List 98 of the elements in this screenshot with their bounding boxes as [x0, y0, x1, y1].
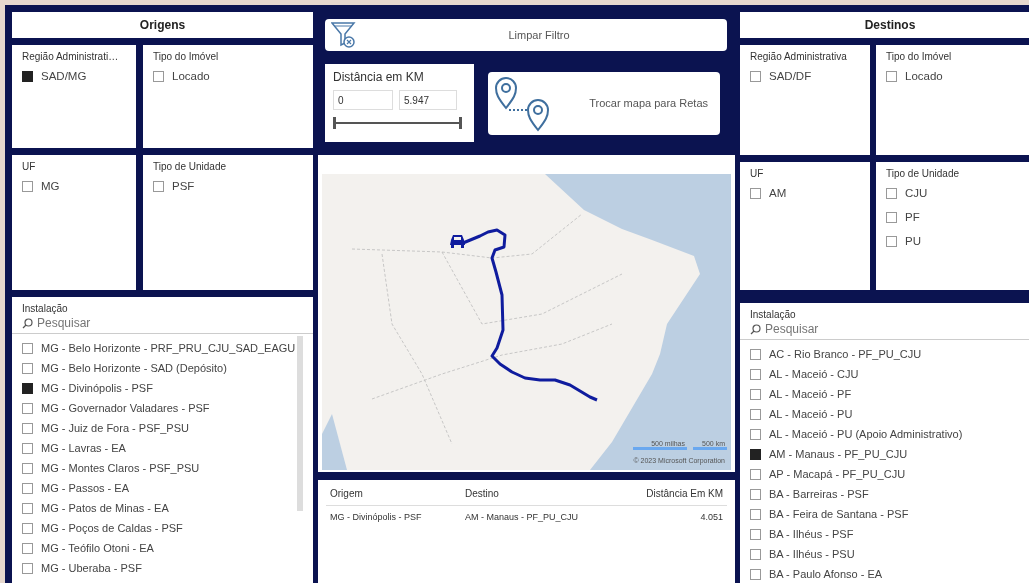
- checkbox[interactable]: [750, 70, 761, 82]
- list-option[interactable]: BA - Barreiras - PSF: [769, 488, 869, 500]
- checkbox[interactable]: [886, 70, 897, 82]
- scrollbar[interactable]: [297, 336, 303, 511]
- checkbox[interactable]: [22, 180, 33, 192]
- table-cell-text: AM - Manaus - PF_PU_CJU: [465, 512, 580, 522]
- list-option[interactable]: MG - Uberaba - PSF: [41, 562, 142, 574]
- switch-map-button[interactable]: Trocar mapa para Retas: [488, 71, 720, 135]
- search-icon: [22, 317, 33, 329]
- section-title: Origens: [12, 12, 313, 38]
- search-icon: [750, 323, 761, 335]
- list-option[interactable]: MG - Lavras - EA: [41, 442, 126, 454]
- checkbox[interactable]: [22, 482, 33, 494]
- checkbox[interactable]: [153, 180, 164, 192]
- checkbox[interactable]: [750, 348, 761, 360]
- slicer-option[interactable]: Locado: [172, 70, 210, 82]
- checkbox[interactable]: [750, 368, 761, 380]
- checkbox[interactable]: [22, 562, 33, 574]
- list-option[interactable]: BA - Ilhéus - PSF: [769, 528, 854, 540]
- table-cell-text: MG - Divinópolis - PSF: [330, 512, 423, 522]
- list-option[interactable]: MG - Teófilo Otoni - EA: [41, 542, 154, 554]
- slicer-option[interactable]: AM: [769, 187, 787, 199]
- list-option[interactable]: MG - Passos - EA: [41, 482, 130, 494]
- slicer-title: UF: [22, 161, 37, 172]
- checkbox[interactable]: [750, 508, 761, 520]
- max-field[interactable]: 5.947: [399, 90, 457, 110]
- slicer-title: Distância em KM: [333, 70, 425, 84]
- slicer-option[interactable]: CJU: [905, 187, 928, 199]
- checkbox[interactable]: [750, 187, 761, 199]
- min-field[interactable]: 0: [333, 90, 393, 110]
- slicer-option[interactable]: Locado: [905, 70, 943, 82]
- list-option[interactable]: MG - Governador Valadares - PSF: [41, 402, 210, 414]
- slicer-option[interactable]: PSF: [172, 180, 195, 192]
- checkbox[interactable]: [750, 468, 761, 480]
- checkbox[interactable]: [22, 342, 33, 354]
- slider-handle[interactable]: [459, 117, 462, 129]
- list-option[interactable]: MG - Juiz de Fora - PSF_PSU: [41, 422, 189, 434]
- slicer-option[interactable]: MG: [41, 180, 60, 192]
- checkbox[interactable]: [22, 462, 33, 474]
- list-option[interactable]: AC - Rio Branco - PF_PU_CJU: [769, 348, 922, 360]
- checkbox[interactable]: [22, 422, 33, 434]
- slicer-title: Região Administrati…: [22, 51, 120, 62]
- column-header[interactable]: Distância Em KM: [615, 488, 723, 499]
- checkbox[interactable]: [886, 235, 897, 247]
- list-option[interactable]: BA - Ilhéus - PSU: [769, 548, 855, 560]
- slicer-title: Região Administrativa: [750, 51, 848, 62]
- list-option[interactable]: MG - Belo Horizonte - PRF_PRU_CJU_SAD_EAGU: [41, 342, 296, 354]
- table-cell-text: 4.051: [699, 512, 723, 522]
- list-option[interactable]: AL - Maceió - CJU: [769, 368, 859, 380]
- checkbox[interactable]: [886, 211, 897, 223]
- checkbox[interactable]: [750, 568, 761, 580]
- checkbox[interactable]: [750, 548, 761, 560]
- section-title: Destinos: [740, 12, 1029, 38]
- column-header[interactable]: Origem: [330, 488, 465, 499]
- checkbox[interactable]: [153, 70, 164, 82]
- list-option[interactable]: AL - Maceió - PF: [769, 388, 852, 400]
- range-slider[interactable]: [333, 116, 462, 130]
- slicer-title: Instalação: [750, 309, 797, 320]
- checkbox[interactable]: [750, 528, 761, 540]
- checkbox[interactable]: [22, 362, 33, 374]
- slider-handle[interactable]: [333, 117, 336, 129]
- slicer-title: Tipo de Unidade: [153, 161, 227, 172]
- checkbox[interactable]: [22, 542, 33, 554]
- column-header[interactable]: Destino: [465, 488, 615, 499]
- clear-filter-button[interactable]: Limpar Filtro: [325, 19, 727, 51]
- slicer-title: Tipo do Imóvel: [153, 51, 220, 62]
- list-option[interactable]: AP - Macapá - PF_PU_CJU: [769, 468, 906, 480]
- list-option[interactable]: MG - Montes Claros - PSF_PSU: [41, 462, 200, 474]
- checkbox[interactable]: [750, 408, 761, 420]
- slicer-option[interactable]: PU: [905, 235, 921, 247]
- checkbox[interactable]: [22, 402, 33, 414]
- checkbox[interactable]: [22, 382, 33, 394]
- list-option[interactable]: MG - Patos de Minas - EA: [41, 502, 169, 514]
- slicer-title: Instalação: [22, 303, 69, 314]
- list-option[interactable]: BA - Paulo Afonso - EA: [769, 568, 883, 580]
- slicer-option[interactable]: PF: [905, 211, 920, 223]
- checkbox[interactable]: [22, 70, 33, 82]
- slicer-option[interactable]: SAD/MG: [41, 70, 87, 82]
- slicer-title: Tipo de Unidade: [886, 168, 960, 179]
- checkbox[interactable]: [886, 187, 897, 199]
- slicer-option[interactable]: SAD/DF: [769, 70, 812, 82]
- list-option[interactable]: AM - Manaus - PF_PU_CJU: [769, 448, 908, 460]
- list-option[interactable]: BA - Feira de Santana - PSF: [769, 508, 909, 520]
- checkbox[interactable]: [22, 502, 33, 514]
- list-option[interactable]: MG - Divinópolis - PSF: [41, 382, 153, 394]
- checkbox[interactable]: [750, 388, 761, 400]
- list-option[interactable]: AL - Maceió - PU: [769, 408, 853, 420]
- checkbox[interactable]: [22, 522, 33, 534]
- checkbox[interactable]: [750, 448, 761, 460]
- checkbox[interactable]: [750, 428, 761, 440]
- slicer-title: UF: [750, 168, 765, 179]
- slicer-title: Tipo do Imóvel: [886, 51, 953, 62]
- list-option[interactable]: MG - Poços de Caldas - PSF: [41, 522, 183, 534]
- checkbox[interactable]: [22, 442, 33, 454]
- filter-clear-icon: [331, 21, 357, 49]
- checkbox[interactable]: [750, 488, 761, 500]
- list-option[interactable]: AL - Maceió - PU (Apoio Administrativo): [769, 428, 963, 440]
- list-option[interactable]: MG - Belo Horizonte - SAD (Depósito): [41, 362, 227, 374]
